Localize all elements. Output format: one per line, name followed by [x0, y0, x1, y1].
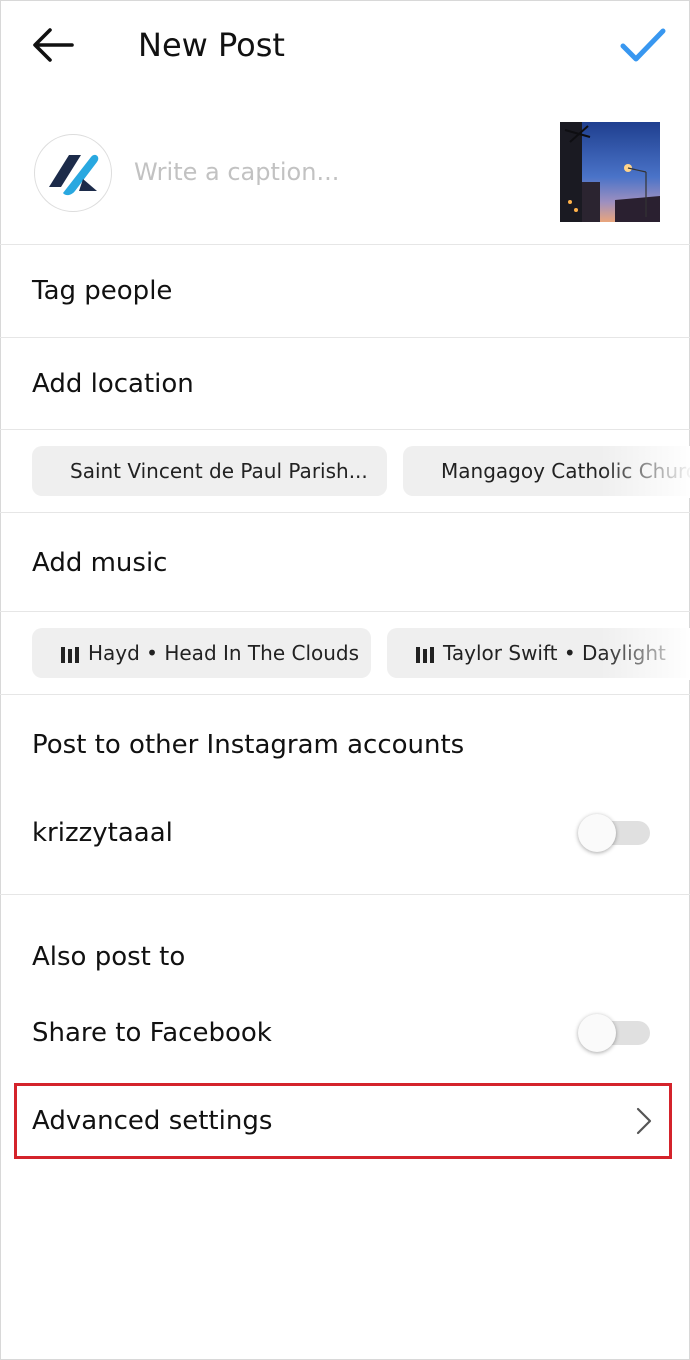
add-location-label: Add location: [32, 369, 194, 399]
music-chip-label: Taylor Swift • Daylight: [443, 641, 666, 665]
add-music-label: Add music: [32, 548, 168, 578]
music-chip-label: Hayd • Head In The Clouds: [88, 641, 360, 665]
page-title: New Post: [138, 26, 285, 64]
music-bars-icon: [416, 646, 434, 663]
divider: [0, 611, 690, 612]
share-facebook-label: Share to Facebook: [32, 1018, 272, 1048]
music-chip[interactable]: Hayd • Head In The Clouds: [32, 628, 371, 678]
profile-logo-icon: [49, 154, 99, 196]
add-music-row[interactable]: Add music: [0, 513, 690, 611]
facebook-toggle[interactable]: [578, 1013, 652, 1053]
header: New Post: [0, 0, 690, 92]
music-bars-icon: [61, 646, 79, 663]
chevron-right-icon: [636, 1107, 652, 1135]
divider: [0, 894, 690, 895]
back-arrow-icon: [33, 28, 74, 62]
caption-input[interactable]: [134, 152, 534, 192]
location-suggestions: Saint Vincent de Paul Parish... Mangagoy…: [0, 446, 690, 498]
checkmark-icon: [620, 28, 666, 62]
music-suggestions: Hayd • Head In The Clouds Taylor Swift •…: [0, 628, 690, 680]
music-chip[interactable]: Taylor Swift • Daylight: [387, 628, 690, 678]
tag-people-label: Tag people: [32, 276, 173, 306]
toggle-knob: [578, 1014, 616, 1052]
divider: [0, 429, 690, 430]
toggle-knob: [578, 814, 616, 852]
location-chip[interactable]: Mangagoy Catholic Church: [403, 446, 690, 496]
account-name: krizzytaaal: [32, 818, 173, 848]
post-thumbnail: [560, 122, 660, 222]
location-chip-label: Saint Vincent de Paul Parish...: [70, 459, 368, 483]
share-confirm-button[interactable]: [618, 22, 668, 68]
other-accounts-heading: Post to other Instagram accounts: [32, 730, 465, 760]
also-post-heading: Also post to: [32, 942, 186, 972]
account-toggle[interactable]: [578, 813, 652, 853]
avatar: [34, 134, 112, 212]
tag-people-row[interactable]: Tag people: [0, 245, 690, 337]
advanced-settings-label: Advanced settings: [32, 1106, 273, 1136]
back-button[interactable]: [28, 22, 78, 68]
location-chip[interactable]: Saint Vincent de Paul Parish...: [32, 446, 387, 496]
divider: [0, 694, 690, 695]
caption-row: [0, 112, 690, 232]
location-chip-label: Mangagoy Catholic Church: [441, 459, 690, 483]
add-location-row[interactable]: Add location: [0, 338, 690, 428]
